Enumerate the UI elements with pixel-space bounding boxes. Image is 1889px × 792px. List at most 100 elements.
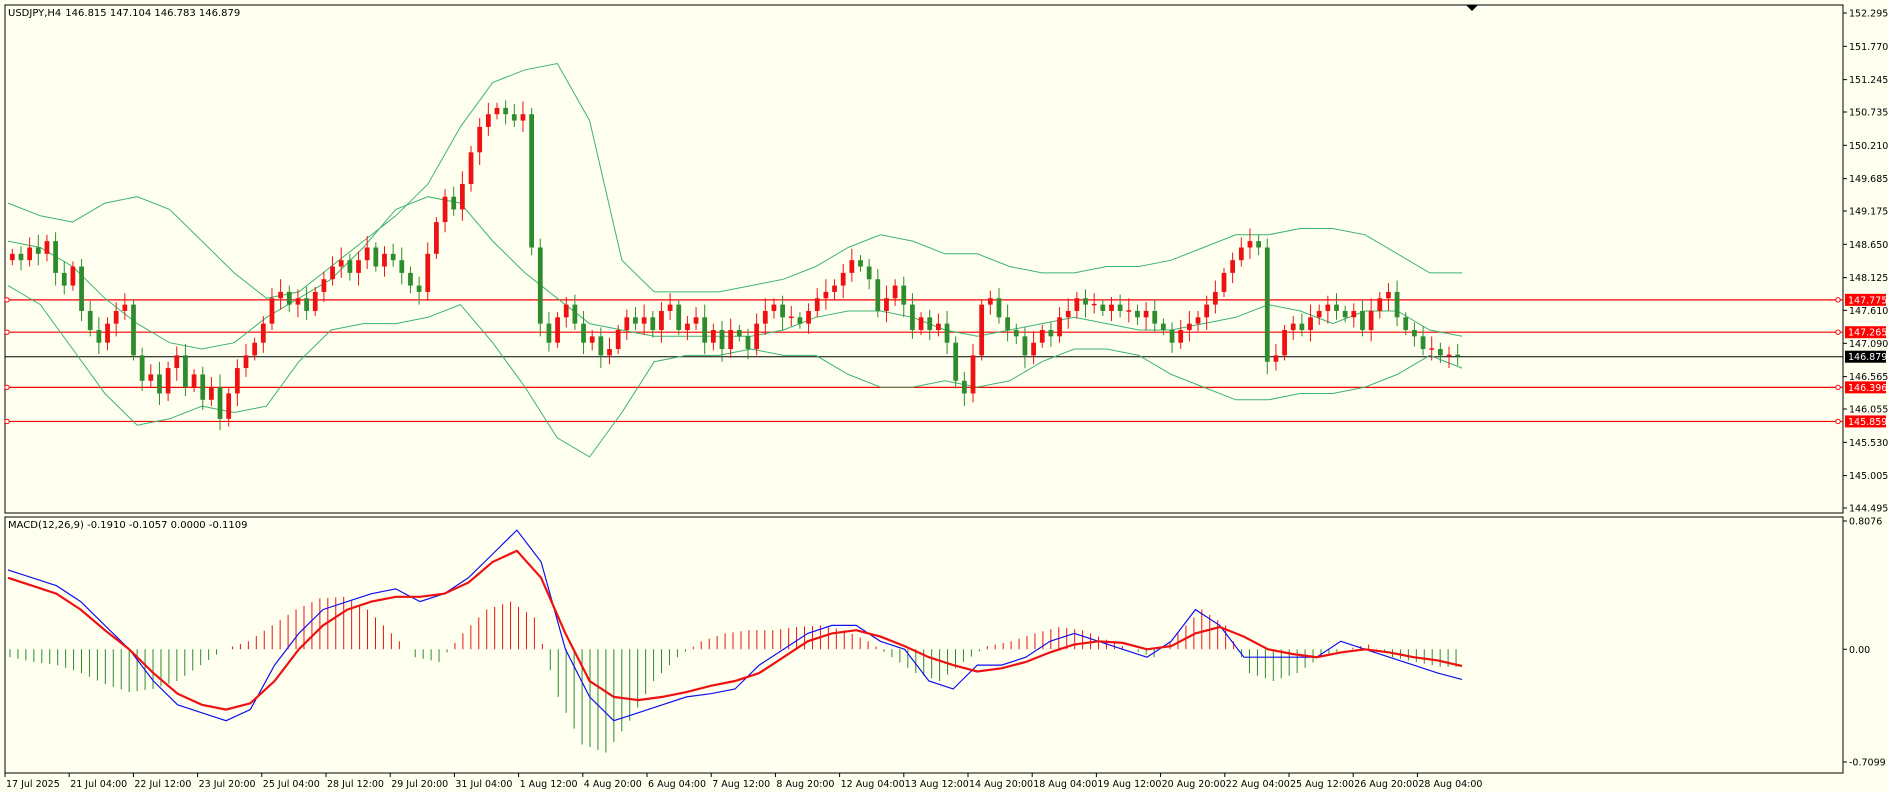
candle-bull	[788, 316, 794, 319]
candle-bear	[1161, 323, 1166, 330]
candle-bull	[1065, 310, 1071, 318]
candle-bear	[1169, 329, 1175, 343]
macd-tick-label: -0.7099	[1849, 758, 1886, 769]
time-tick-label: 29 Jul 20:00	[391, 779, 448, 790]
price-tick-label: 150.210	[1849, 141, 1888, 152]
candle-bull	[771, 304, 777, 311]
candle-bull	[1074, 298, 1080, 311]
time-tick-label: 18 Aug 04:00	[1033, 779, 1097, 790]
candle-bull	[589, 336, 595, 343]
candle-bull	[685, 323, 690, 330]
candle-bull	[1126, 310, 1132, 312]
candle-bear	[1083, 298, 1088, 305]
candle-bear	[676, 304, 682, 330]
candle-bear	[1100, 304, 1106, 311]
candle-bull	[209, 387, 214, 400]
price-tick-label: 144.495	[1849, 504, 1888, 515]
macd-tick-label: 0.8076	[1849, 517, 1882, 528]
chart-canvas[interactable]: 152.295 151.770 151.245 150.735 150.210 149.6…	[0, 0, 1889, 792]
candle-bear	[745, 336, 751, 350]
candle-bear	[910, 304, 915, 330]
candle-bear	[581, 323, 586, 343]
candle-bear	[1403, 317, 1409, 330]
candle-bull	[70, 266, 76, 286]
symbol-header: USDJPY,H4 146.815 147.104 146.783 146.879	[8, 8, 240, 19]
candle-bull	[987, 298, 993, 305]
candle-bull	[252, 342, 258, 356]
candle-bear	[529, 114, 534, 248]
candle-bear	[875, 279, 881, 311]
candle-bear	[416, 285, 422, 292]
candle-bear	[1299, 323, 1305, 330]
candle-bull	[1230, 260, 1236, 273]
time-tick-label: 17 Jul 2025	[6, 779, 60, 790]
candle-bear	[451, 196, 457, 210]
candle-bull	[113, 310, 119, 324]
candle-bull	[1109, 304, 1114, 311]
candle-bear	[1420, 336, 1426, 350]
candle-bull	[641, 317, 647, 324]
level-anchor-icon	[4, 297, 10, 303]
candle-bear	[157, 374, 162, 394]
candle-bull	[1186, 323, 1192, 330]
candle-bull	[27, 247, 33, 261]
time-tick-label: 26 Aug 20:00	[1354, 779, 1418, 790]
candle-bull	[234, 368, 240, 394]
candle-bear	[79, 266, 84, 311]
time-tick-label: 13 Aug 12:00	[905, 779, 969, 790]
candle-bear	[1048, 329, 1054, 337]
candle-bull	[226, 393, 232, 419]
candle-bear	[537, 247, 543, 324]
candle-bear	[1264, 247, 1270, 362]
candle-bull	[1212, 291, 1218, 305]
candle-bear	[1022, 336, 1028, 356]
time-tick-label: 8 Aug 20:00	[776, 779, 834, 790]
candle-bear	[18, 253, 24, 261]
candle-bear	[633, 317, 638, 324]
time-tick-label: 31 Jul 04:00	[455, 779, 512, 790]
time-tick-label: 28 Jul 12:00	[327, 779, 384, 790]
price-tick-label: 151.770	[1849, 42, 1888, 53]
candle-bear	[1135, 310, 1140, 318]
candle-bear	[1455, 354, 1461, 357]
candle-bull	[122, 304, 128, 311]
candle-bull	[1143, 310, 1149, 318]
price-level-label: 147.775	[1848, 295, 1887, 306]
candle-bull	[754, 323, 760, 350]
level-anchor-icon	[1835, 384, 1841, 391]
candle-bull	[979, 304, 985, 356]
candle-bull	[918, 317, 924, 330]
candle-bull	[468, 152, 474, 185]
candle-bull	[1031, 342, 1036, 356]
candle-bull	[1368, 310, 1374, 330]
candle-bear	[347, 260, 353, 273]
level-anchor-icon	[4, 329, 10, 335]
candle-bear	[797, 317, 803, 324]
candle-bull	[693, 317, 699, 324]
chart-background	[0, 0, 1889, 792]
macd-tick-label: 0.00	[1849, 645, 1870, 656]
candle-bull	[260, 323, 266, 343]
candle-bear	[996, 298, 1002, 318]
candle-bull	[1351, 310, 1357, 318]
price-tick-label: 151.245	[1849, 75, 1888, 86]
candle-bull	[1290, 323, 1296, 330]
candle-bull	[174, 355, 180, 369]
price-tick-label: 149.685	[1849, 174, 1888, 185]
time-tick-label: 7 Aug 12:00	[712, 779, 770, 790]
candle-bull	[165, 368, 171, 394]
level-anchor-icon	[1835, 418, 1841, 425]
price-level-label: 146.396	[1848, 383, 1887, 394]
level-anchor-icon	[4, 384, 10, 391]
candle-bear	[304, 298, 309, 311]
candle-bull	[1316, 310, 1322, 318]
candle-bear	[961, 380, 967, 394]
time-tick-label: 4 Aug 20:00	[584, 779, 642, 790]
candle-bear	[1152, 310, 1158, 324]
candle-bear	[901, 285, 907, 305]
candle-bear	[183, 355, 188, 388]
current-price-label: 146.879	[1848, 352, 1887, 363]
candle-bear	[87, 310, 93, 330]
candle-bull	[667, 304, 673, 311]
candle-bull	[1247, 241, 1253, 248]
